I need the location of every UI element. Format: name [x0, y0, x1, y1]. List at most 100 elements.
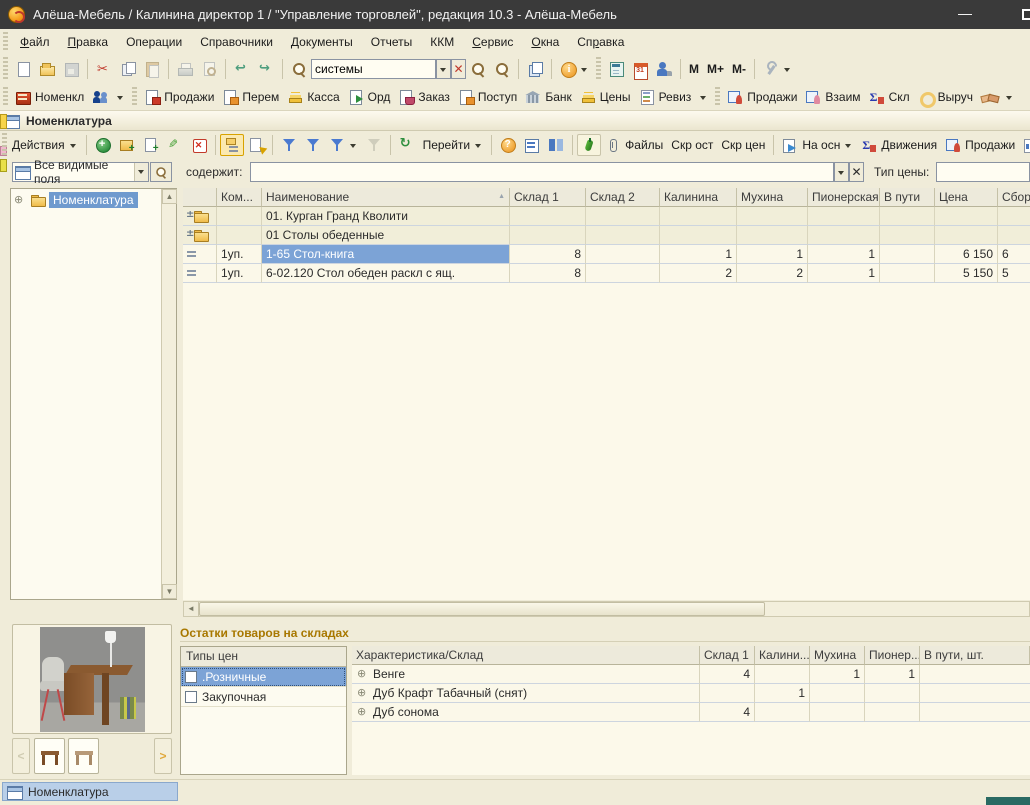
filter-search-button[interactable]: [150, 162, 172, 182]
item-kalinina[interactable]: 2: [660, 264, 737, 283]
tree-scrollbar[interactable]: ▲ ▼: [161, 189, 176, 599]
checkbox[interactable]: [185, 691, 197, 703]
price-type-row-retail[interactable]: .Розничные: [181, 667, 346, 687]
print-button[interactable]: [173, 58, 197, 80]
checkbox[interactable]: [185, 671, 197, 683]
search-clear-button[interactable]: ✕: [451, 59, 466, 79]
info-button[interactable]: [556, 58, 593, 80]
forward-button[interactable]: [254, 58, 278, 80]
column-header-sklad2[interactable]: Склад 2: [586, 188, 660, 207]
memory-m-minus-button[interactable]: M-: [728, 59, 750, 79]
column-header-v-puti[interactable]: В пути: [880, 188, 935, 207]
order-button[interactable]: Орд: [344, 86, 395, 108]
table-horizontal-scrollbar[interactable]: ◄: [183, 601, 1030, 617]
warehouse-report-button[interactable]: Скл: [865, 86, 914, 108]
cash-button[interactable]: Касса: [283, 86, 343, 108]
copy-item-button[interactable]: [139, 134, 163, 156]
column-header-kalinina[interactable]: Калини...: [755, 646, 810, 665]
group-expand-icon[interactable]: [184, 227, 193, 243]
item-cena[interactable]: 5 150: [935, 264, 998, 283]
expand-node-icon[interactable]: [13, 192, 27, 208]
column-header-sklad1[interactable]: Склад 1: [510, 188, 586, 207]
new-document-button[interactable]: [11, 58, 35, 80]
item-name[interactable]: 6-02.120 Стол обеден раскл с ящ.: [262, 264, 510, 283]
scrollbar-thumb[interactable]: [199, 602, 765, 616]
files-button[interactable]: Файлы: [601, 134, 667, 156]
hide-prices-button[interactable]: Скр цен: [717, 135, 769, 155]
item-pionerskaya[interactable]: 1: [808, 264, 880, 283]
expand-node-icon[interactable]: [356, 666, 369, 682]
fields-combobox[interactable]: Все видимые поля: [12, 162, 149, 182]
column-header-cena[interactable]: Цена: [935, 188, 998, 207]
open-button[interactable]: [35, 58, 59, 80]
column-header-muhina[interactable]: Мухина: [810, 646, 865, 665]
toolbar-grip[interactable]: [2, 133, 7, 155]
mutual-settlements-button[interactable]: Взаим: [801, 86, 864, 108]
stock-muhina[interactable]: [810, 703, 865, 722]
help-button[interactable]: [496, 134, 520, 156]
stock-row[interactable]: Дуб Крафт Табачный (снят) 1: [352, 684, 1030, 703]
stock-v-puti[interactable]: [920, 665, 1030, 684]
item-sklad1[interactable]: 8: [510, 264, 586, 283]
stock-muhina[interactable]: [810, 684, 865, 703]
partners-button[interactable]: [977, 86, 1001, 108]
column-header-muhina[interactable]: Мухина: [737, 188, 808, 207]
stock-kalinina[interactable]: 1: [755, 684, 810, 703]
delete-button[interactable]: [187, 134, 211, 156]
item-v-puti[interactable]: [880, 264, 935, 283]
calendar-button[interactable]: [628, 58, 652, 80]
table-row-group[interactable]: 01. Курган Гранд Кволити: [183, 207, 1030, 226]
previous-photo-button[interactable]: <: [12, 738, 30, 774]
item-sklad2[interactable]: [586, 245, 660, 264]
item-kalinina[interactable]: 1: [660, 245, 737, 264]
stock-kalinina[interactable]: [755, 703, 810, 722]
item-sklad2[interactable]: [586, 264, 660, 283]
stock-sklad1[interactable]: 4: [700, 703, 755, 722]
group-name[interactable]: 01 Столы обеденные: [262, 226, 510, 245]
stock-v-puti[interactable]: [920, 703, 1030, 722]
revenue-report-button[interactable]: Выруч: [914, 86, 977, 108]
print-preview-button[interactable]: [197, 58, 221, 80]
price-type-input[interactable]: [936, 162, 1030, 182]
customer-order-button[interactable]: Заказ: [394, 86, 453, 108]
expand-node-icon[interactable]: [356, 704, 369, 720]
toolbar-grip[interactable]: [132, 87, 137, 108]
quick-view-toggle-button[interactable]: [577, 134, 601, 156]
item-photo[interactable]: [40, 627, 145, 732]
paste-button[interactable]: [140, 58, 164, 80]
item-sklad1[interactable]: 8: [510, 245, 586, 264]
price-type-row-purchase[interactable]: Закупочная: [181, 687, 346, 707]
user-sessions-button[interactable]: [652, 58, 676, 80]
minimize-button[interactable]: —: [948, 0, 982, 29]
documents-more-button[interactable]: [695, 90, 712, 105]
column-header-pionerskaya[interactable]: Пионерская: [808, 188, 880, 207]
clipboard-collection-button[interactable]: [523, 58, 547, 80]
menu-documents[interactable]: Документы: [282, 32, 362, 52]
stock-pionerskaya[interactable]: [865, 703, 920, 722]
copy-button[interactable]: [116, 58, 140, 80]
table-row-item[interactable]: 1уп. 6-02.120 Стол обеден раскл с ящ. 8 …: [183, 264, 1030, 283]
prices-button[interactable]: Цены: [576, 86, 635, 108]
search-button[interactable]: [287, 58, 311, 80]
toolbar-grip[interactable]: [3, 87, 8, 108]
menu-windows[interactable]: Окна: [522, 32, 568, 52]
menu-catalogs[interactable]: Справочники: [191, 32, 282, 52]
item-name-selected[interactable]: 1-65 Стол-книга: [262, 245, 510, 264]
item-muhina[interactable]: 1: [737, 245, 808, 264]
column-header-icon[interactable]: [183, 188, 217, 207]
expand-node-icon[interactable]: [356, 685, 369, 701]
add-group-button[interactable]: [115, 134, 139, 156]
photo-thumbnail[interactable]: [68, 738, 99, 774]
receipt-button[interactable]: Поступ: [454, 86, 521, 108]
toolbar-grip[interactable]: [596, 57, 601, 81]
revision-button[interactable]: Ревиз: [635, 86, 696, 108]
list-settings-button[interactable]: [520, 134, 544, 156]
toolbar-grip[interactable]: [3, 57, 8, 81]
menu-operations[interactable]: Операции: [117, 32, 191, 52]
table-row-item[interactable]: 1уп. 1-65 Стол-книга 8 1 1 1 6 150 6: [183, 245, 1030, 264]
item-sborka[interactable]: 5: [998, 264, 1030, 283]
column-header-sborka[interactable]: Сборк: [998, 188, 1030, 207]
stock-pionerskaya[interactable]: [865, 684, 920, 703]
column-header-kalinina[interactable]: Калинина: [660, 188, 737, 207]
column-header-pionerskaya[interactable]: Пионер...: [865, 646, 920, 665]
